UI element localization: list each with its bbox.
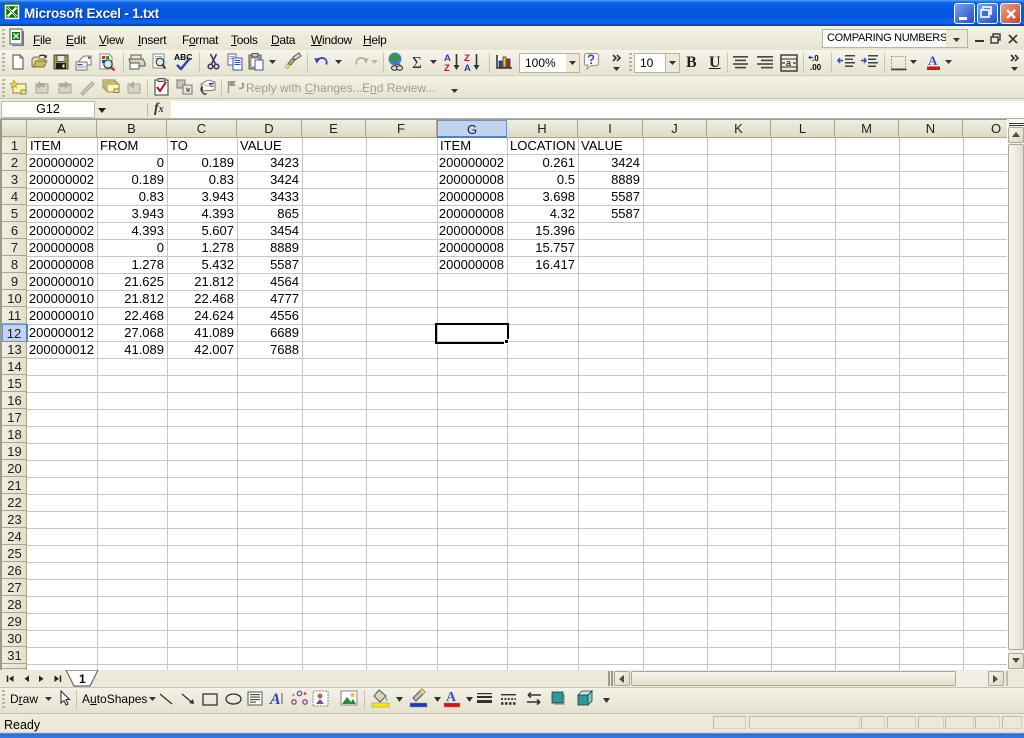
svg-text:Z: Z (444, 63, 450, 72)
svg-text:ABC: ABC (174, 52, 192, 62)
svg-text:.0: .0 (812, 54, 819, 63)
svg-text:A: A (928, 53, 938, 68)
svg-text:Σ: Σ (412, 53, 422, 71)
svg-text:A: A (464, 63, 471, 72)
svg-text:.00: .00 (810, 63, 822, 72)
svg-text:1: 1 (79, 672, 86, 686)
svg-text:A: A (269, 691, 281, 707)
svg-text:a: a (786, 58, 791, 68)
